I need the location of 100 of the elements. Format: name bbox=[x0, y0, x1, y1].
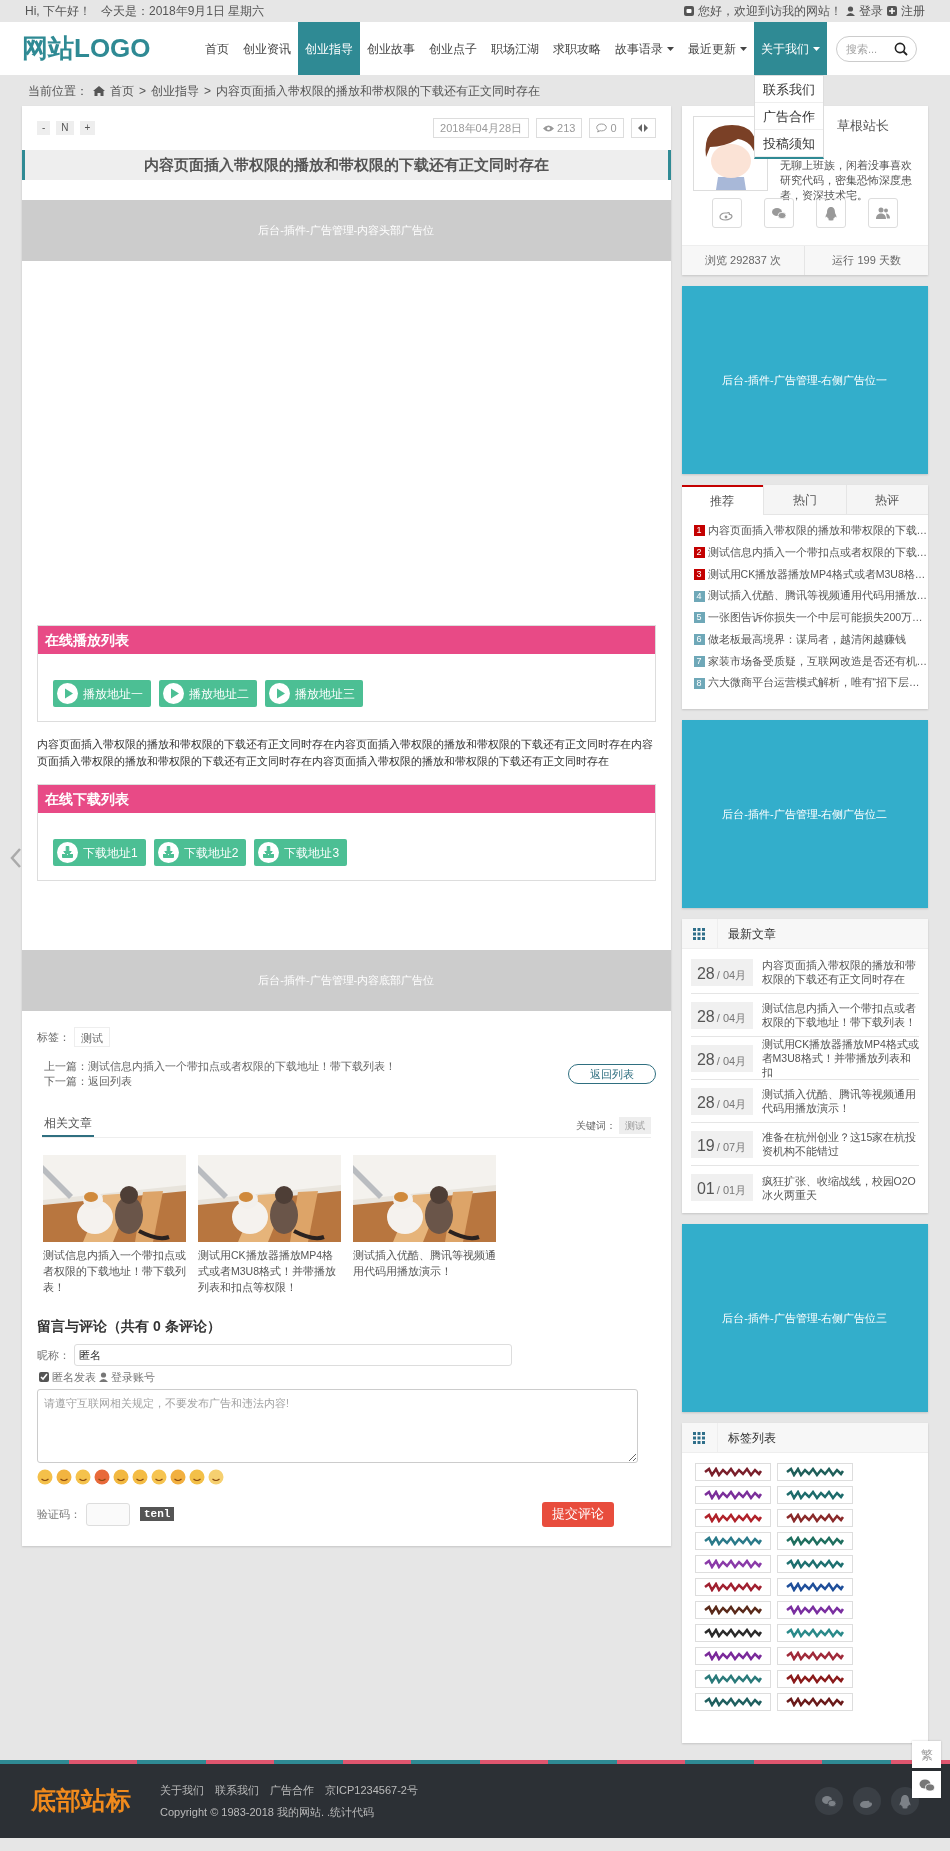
emoji-icon[interactable] bbox=[75, 1468, 91, 1485]
tab[interactable]: 热评 bbox=[845, 485, 928, 515]
weibo-icon[interactable] bbox=[853, 1787, 881, 1815]
font-size-button[interactable]: N bbox=[56, 121, 74, 135]
nav-item[interactable]: 最近更新 bbox=[681, 22, 754, 75]
article-link[interactable]: 测试用CK播放器播放MP4格式或者M3U8格… bbox=[707, 566, 926, 583]
emoji-icon[interactable] bbox=[94, 1468, 110, 1485]
nav-item[interactable]: 求职攻略 bbox=[546, 22, 608, 75]
related-title[interactable]: 测试用CK播放器播放MP4格式或者M3U8格式！并带播放列表和扣点等权限！ bbox=[198, 1247, 341, 1295]
font-size-button[interactable]: - bbox=[37, 121, 51, 135]
article-link[interactable]: 疯狂扩张、收缩战线，校园O2O冰火两重天 bbox=[761, 1173, 919, 1202]
login-account-link[interactable]: 登录账号 bbox=[111, 1369, 155, 1386]
emoji-icon[interactable] bbox=[56, 1468, 72, 1485]
font-size-button[interactable]: + bbox=[79, 121, 96, 135]
group-icon[interactable] bbox=[867, 198, 898, 228]
article-link[interactable]: 家装市场备受质疑，互联网改造是否还有机… bbox=[707, 653, 928, 670]
captcha-image[interactable]: tenl bbox=[140, 1507, 175, 1521]
article-link[interactable]: 内容页面插入带权限的播放和带权限的下载… bbox=[707, 523, 928, 539]
nav-item[interactable]: 创业资讯 bbox=[236, 22, 298, 75]
nav-item[interactable]: 创业指导 bbox=[298, 22, 360, 75]
register-link[interactable]: 注册 bbox=[901, 2, 925, 20]
tab[interactable]: 推荐 bbox=[681, 485, 764, 515]
tag-chip[interactable] bbox=[776, 1578, 853, 1596]
footer-link[interactable]: 广告合作 bbox=[270, 1781, 314, 1798]
emoji-icon[interactable] bbox=[170, 1468, 186, 1485]
comment-field[interactable]: 请遵守互联网相关规定，不要发布广告和违法内容! bbox=[37, 1388, 638, 1463]
date-text: 今天是：2018年9月1日 星期六 bbox=[101, 3, 265, 20]
article-link[interactable]: 准备在杭州创业？这15家在杭投资机构不能错过 bbox=[761, 1130, 919, 1158]
wechat-button[interactable] bbox=[912, 1771, 941, 1798]
nickname-field[interactable]: 匿名 bbox=[74, 1344, 512, 1366]
emoji-icon[interactable] bbox=[37, 1468, 53, 1485]
emoji-icon[interactable] bbox=[189, 1468, 205, 1485]
tag-chip[interactable] bbox=[776, 1509, 853, 1527]
footer-logo[interactable]: 底部站标 bbox=[31, 1782, 160, 1820]
site-logo[interactable]: 网站LOGO bbox=[22, 33, 151, 63]
article-link[interactable]: 六大微商平台运营模式解析，唯有“招下层… bbox=[707, 675, 920, 691]
tag-chip[interactable] bbox=[776, 1647, 853, 1665]
captcha-field[interactable] bbox=[86, 1502, 130, 1526]
breadcrumb-link[interactable]: 内容页面插入带权限的播放和带权限的下载还有正文同时存在 bbox=[216, 81, 541, 100]
nav-item[interactable]: 职场江湖 bbox=[484, 22, 546, 75]
tag-chip[interactable] bbox=[694, 1601, 771, 1619]
nav-item[interactable]: 故事语录 bbox=[608, 22, 681, 75]
article-link[interactable]: 内容页面插入带权限的播放和带权限的下载还有正文同时存在 bbox=[761, 958, 919, 986]
article-link[interactable]: 测试用CK播放器播放MP4格式或者M3U8格式！并带播放列表和扣 bbox=[761, 1037, 919, 1079]
submit-button[interactable]: 提交评论 bbox=[541, 1501, 614, 1527]
article-link[interactable]: 测试信息内插入一个带扣点或者权限的下载… bbox=[707, 544, 928, 561]
article-link[interactable]: 测试插入优酷、腾讯等视频通用代码用播放演示！ bbox=[761, 1087, 919, 1115]
tag-chip[interactable] bbox=[694, 1555, 771, 1573]
wechat-icon[interactable] bbox=[815, 1787, 843, 1815]
related-article[interactable]: 测试信息内插入一个带扣点或者权限的下载地址！带下载列表！ bbox=[43, 1155, 186, 1296]
anonymous-checkbox[interactable] bbox=[39, 1372, 49, 1383]
related-article[interactable]: 测试用CK播放器播放MP4格式或者M3U8格式！并带播放列表和扣点等权限！ bbox=[198, 1155, 341, 1296]
keyword-label: 关键词： bbox=[575, 1119, 616, 1133]
nav-item[interactable]: 首页 bbox=[198, 22, 236, 75]
nav-item[interactable]: 关于我们 bbox=[754, 22, 827, 75]
search-icon[interactable] bbox=[894, 41, 908, 56]
emoji-icon[interactable] bbox=[208, 1468, 224, 1485]
article-link[interactable]: 测试信息内插入一个带扣点或者权限的下载地址！带下载列表！ bbox=[761, 1001, 919, 1029]
code-button[interactable] bbox=[630, 118, 656, 138]
article-link[interactable]: 测试插入优酷、腾讯等视频通用代码用播放… bbox=[707, 588, 928, 604]
copyright-text: Copyright © 1983-2018 我的网站. .统计代码 bbox=[160, 1805, 376, 1820]
tag-chip[interactable] bbox=[694, 1486, 771, 1504]
footer-link[interactable]: 关于我们 bbox=[160, 1781, 204, 1798]
eye-icon bbox=[543, 124, 555, 132]
menu-item[interactable]: 投稿须知 bbox=[755, 130, 823, 157]
tag-chip[interactable] bbox=[776, 1463, 853, 1481]
breadcrumb-link[interactable]: 首页 bbox=[110, 81, 134, 100]
emoji-icon[interactable] bbox=[151, 1468, 167, 1485]
menu-item[interactable]: 联系我们 bbox=[755, 76, 823, 103]
nav-item[interactable]: 创业点子 bbox=[422, 22, 484, 75]
emoji-icon[interactable] bbox=[132, 1468, 148, 1485]
tag-chip[interactable] bbox=[776, 1486, 853, 1504]
qq-icon[interactable] bbox=[891, 1787, 919, 1815]
tag-link[interactable]: 测试 bbox=[74, 1027, 110, 1047]
article-link[interactable]: 做老板最高境界：谋局者，越清闲越赚钱 bbox=[707, 631, 906, 648]
related-article[interactable]: 测试插入优酷、腾讯等视频通用代码用播放演示！ bbox=[353, 1155, 496, 1296]
breadcrumb-link[interactable]: 创业指导 bbox=[151, 81, 199, 100]
tag-chip[interactable] bbox=[694, 1693, 771, 1711]
footer-link[interactable]: 京ICP1234567-2号 bbox=[325, 1781, 418, 1798]
tab[interactable]: 热门 bbox=[763, 485, 846, 515]
tag-chip[interactable] bbox=[694, 1624, 771, 1642]
related-title[interactable]: 测试插入优酷、腾讯等视频通用代码用播放演示！ bbox=[353, 1247, 496, 1279]
tag-chip[interactable] bbox=[694, 1578, 771, 1596]
tag-chip[interactable] bbox=[776, 1670, 853, 1688]
tag-chip[interactable] bbox=[776, 1601, 853, 1619]
next-article-link[interactable]: 下一篇：返回列表 bbox=[44, 1074, 396, 1089]
search-field[interactable]: 搜索... bbox=[836, 35, 917, 62]
prev-article-link[interactable]: 上一篇：测试信息内插入一个带扣点或者权限的下载地址！带下载列表！ bbox=[44, 1059, 396, 1074]
tag-chip[interactable] bbox=[776, 1693, 853, 1711]
menu-item[interactable]: 广告合作 bbox=[755, 103, 823, 130]
emoji-icon[interactable] bbox=[113, 1468, 129, 1485]
comments-heading: 留言与评论（共有 0 条评论） bbox=[37, 1317, 222, 1336]
tag-chip[interactable] bbox=[694, 1647, 771, 1665]
article-link[interactable]: 一张图告诉你损失一个中层可能损失200万… bbox=[707, 610, 923, 626]
nav-item[interactable]: 创业故事 bbox=[360, 22, 422, 75]
login-link[interactable]: 登录 bbox=[859, 2, 883, 20]
tag-chip[interactable] bbox=[694, 1463, 771, 1481]
tag-chip[interactable] bbox=[694, 1509, 771, 1527]
footer-link[interactable]: 联系我们 bbox=[215, 1781, 259, 1798]
related-title[interactable]: 测试信息内插入一个带扣点或者权限的下载地址！带下载列表！ bbox=[43, 1247, 186, 1295]
